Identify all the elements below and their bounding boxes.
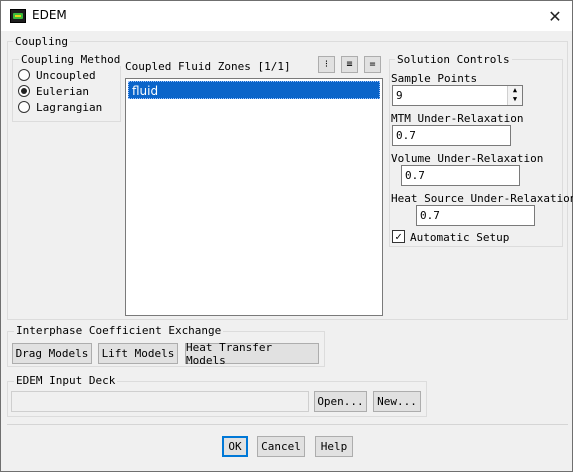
- volume-value: 0.7: [405, 169, 425, 182]
- coupled-zones-listbox[interactable]: fluid: [125, 78, 383, 316]
- heat-transfer-models-button[interactable]: Heat Transfer Models: [185, 340, 319, 367]
- open-label: Open...: [317, 395, 364, 408]
- edem-dialog: EDEM ✕ Coupling Coupling Method Uncouple…: [0, 0, 573, 472]
- volume-label: Volume Under-Relaxation: [391, 152, 544, 165]
- zone-item-fluid[interactable]: fluid: [128, 81, 380, 99]
- new-button[interactable]: New...: [373, 391, 421, 412]
- drag-models-label: Drag Models: [15, 347, 89, 360]
- sample-points-input[interactable]: 9: [392, 85, 523, 106]
- window-title: EDEM: [32, 8, 67, 22]
- drag-models-button[interactable]: Drag Models: [12, 343, 92, 364]
- close-icon[interactable]: ✕: [544, 5, 566, 27]
- title-bar: EDEM ✕: [1, 1, 572, 31]
- automatic-setup-label: Automatic Setup: [410, 231, 510, 244]
- list-toggle-button[interactable]: ≡: [341, 56, 358, 73]
- deselect-icon: =: [369, 59, 376, 70]
- list-icon: ≡: [346, 59, 353, 70]
- radio-lagrangian-label: Lagrangian: [36, 101, 103, 114]
- sample-points-value: 9: [396, 89, 403, 102]
- heat-source-label: Heat Source Under-Relaxation: [391, 192, 573, 205]
- ok-label: OK: [228, 440, 242, 453]
- coupled-zones-label: Coupled Fluid Zones [1/1]: [125, 60, 291, 73]
- help-button[interactable]: Help: [315, 436, 353, 457]
- stepper-up-icon[interactable]: ▲: [508, 86, 522, 95]
- radio-eulerian[interactable]: [18, 85, 30, 97]
- help-label: Help: [320, 440, 348, 453]
- heat-transfer-models-label: Heat Transfer Models: [186, 340, 273, 367]
- lift-models-label: Lift Models: [101, 347, 175, 360]
- checkmark-icon: ✓: [395, 230, 402, 243]
- sample-points-label: Sample Points: [391, 72, 478, 85]
- new-label: New...: [377, 395, 417, 408]
- automatic-setup-checkbox[interactable]: ✓: [392, 230, 405, 243]
- select-all-icon: ⁝: [324, 59, 329, 70]
- cancel-button[interactable]: Cancel: [257, 436, 305, 457]
- coupling-method-title: Coupling Method: [19, 53, 123, 66]
- lift-models-button[interactable]: Lift Models: [98, 343, 178, 364]
- edem-app-icon: [10, 9, 26, 23]
- ok-button[interactable]: OK: [222, 436, 248, 457]
- mtm-label: MTM Under-Relaxation: [391, 112, 524, 125]
- solution-controls-title: Solution Controls: [395, 53, 512, 66]
- stepper-down-icon[interactable]: ▼: [508, 95, 522, 104]
- radio-uncoupled[interactable]: [18, 69, 30, 81]
- heat-source-value: 0.7: [420, 209, 440, 222]
- volume-input[interactable]: 0.7: [401, 165, 520, 186]
- input-deck-path-field[interactable]: [11, 391, 309, 412]
- coupling-group-title: Coupling: [13, 35, 70, 48]
- heat-source-input[interactable]: 0.7: [416, 205, 535, 226]
- interphase-group-title: Interphase Coefficient Exchange: [14, 324, 224, 337]
- mtm-input[interactable]: 0.7: [392, 125, 511, 146]
- deselect-all-button[interactable]: =: [364, 56, 381, 73]
- sample-points-stepper[interactable]: ▲ ▼: [507, 86, 522, 105]
- mtm-value: 0.7: [396, 129, 416, 142]
- radio-uncoupled-label: Uncoupled: [36, 69, 96, 82]
- cancel-label: Cancel: [261, 440, 301, 453]
- input-deck-group-title: EDEM Input Deck: [14, 374, 118, 387]
- footer-divider: [7, 424, 568, 425]
- select-all-button[interactable]: ⁝: [318, 56, 335, 73]
- radio-lagrangian[interactable]: [18, 101, 30, 113]
- radio-eulerian-label: Eulerian: [36, 85, 89, 98]
- open-button[interactable]: Open...: [314, 391, 367, 412]
